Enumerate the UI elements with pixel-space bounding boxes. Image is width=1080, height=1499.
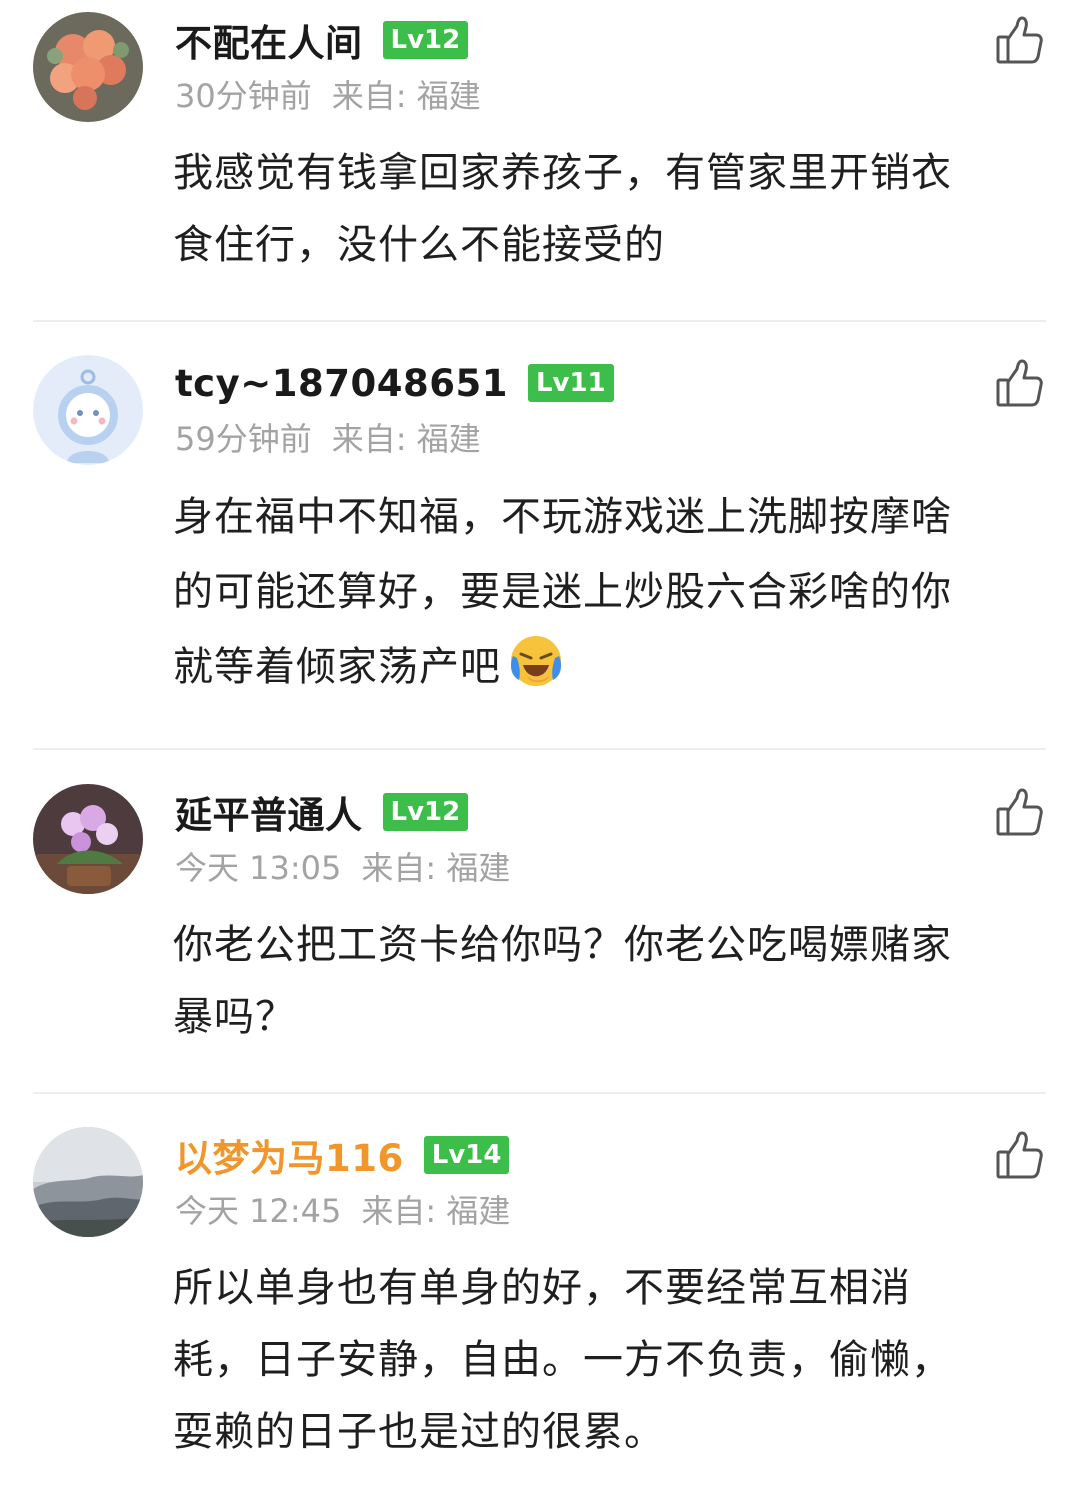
comment-text: 我感觉有钱拿回家养孩子，有管家里开销衣 食住行，没什么不能接受的 bbox=[173, 150, 952, 268]
divider bbox=[33, 320, 1046, 322]
comment-item: tcy~187048651 Lv11 59分钟前 来自: 福建 身在福中不知福，不… bbox=[0, 343, 1080, 751]
comment-meta: 今天 13:05 来自: 福建 bbox=[175, 844, 510, 892]
comment-text: 身在福中不知福，不玩游戏迷上洗脚按摩啥 的可能还算好，要是迷上炒股六合彩啥的你 … bbox=[173, 494, 952, 690]
comment-text: 你老公把工资卡给你吗？你老公吃喝嫖赌家 暴吗？ bbox=[173, 922, 952, 1040]
comment-time: 59分钟前 bbox=[175, 420, 312, 458]
divider bbox=[33, 748, 1046, 750]
comment-item: 以梦为马116 Lv14 今天 12:45 来自: 福建 所以单身也有单身的好，不… bbox=[0, 1115, 1080, 1499]
username-row: 以梦为马116 Lv14 bbox=[175, 1128, 510, 1182]
thumbs-up-icon[interactable] bbox=[992, 357, 1046, 411]
thumbs-up-icon[interactable] bbox=[992, 1129, 1046, 1183]
username[interactable]: 不配在人间 bbox=[175, 13, 363, 67]
comment-meta: 30分钟前 来自: 福建 bbox=[175, 72, 481, 120]
user-avatar[interactable] bbox=[33, 12, 143, 122]
thumbs-up-icon[interactable] bbox=[992, 14, 1046, 68]
level-badge: Lv14 bbox=[423, 1136, 510, 1174]
username-row: tcy~187048651 Lv11 bbox=[175, 357, 614, 409]
comment-meta: 今天 12:45 来自: 福建 bbox=[175, 1187, 510, 1235]
comment-source: 来自: 福建 bbox=[331, 420, 481, 458]
comment-time: 今天 12:45 bbox=[175, 1192, 342, 1230]
thumbs-up-icon[interactable] bbox=[992, 786, 1046, 840]
comment-text: 所以单身也有单身的好，不要经常互相消 耗，日子安静，自由。一方不负责，偷懒， 耍… bbox=[173, 1265, 952, 1455]
level-badge: Lv12 bbox=[382, 793, 469, 831]
comment-source: 来自: 福建 bbox=[361, 1192, 511, 1230]
comment-source: 来自: 福建 bbox=[331, 77, 481, 115]
username-row: 不配在人间 Lv12 bbox=[175, 13, 469, 67]
username[interactable]: tcy~187048651 bbox=[175, 362, 508, 405]
laughing-crying-emoji-icon bbox=[507, 632, 565, 690]
comment-source: 来自: 福建 bbox=[361, 849, 511, 887]
comment-feed: 不配在人间 Lv12 30分钟前 来自: 福建 我感觉有钱拿回家养孩子，有管家里开… bbox=[0, 0, 1080, 1499]
comment-item: 延平普通人 Lv12 今天 13:05 来自: 福建 你老公把工资卡给你吗？你老公… bbox=[0, 772, 1080, 1095]
level-badge: Lv11 bbox=[527, 364, 614, 402]
username[interactable]: 以梦为马116 bbox=[175, 1128, 404, 1182]
comment-meta: 59分钟前 来自: 福建 bbox=[175, 415, 481, 463]
level-badge: Lv12 bbox=[382, 21, 469, 59]
divider bbox=[33, 1092, 1046, 1094]
comment-item: 不配在人间 Lv12 30分钟前 来自: 福建 我感觉有钱拿回家养孩子，有管家里开… bbox=[0, 0, 1080, 322]
user-avatar[interactable] bbox=[33, 355, 143, 465]
comment-time: 今天 13:05 bbox=[175, 849, 342, 887]
username-row: 延平普通人 Lv12 bbox=[175, 785, 469, 839]
user-avatar[interactable] bbox=[33, 784, 143, 894]
comment-time: 30分钟前 bbox=[175, 77, 312, 115]
user-avatar[interactable] bbox=[33, 1127, 143, 1237]
username[interactable]: 延平普通人 bbox=[175, 785, 363, 839]
